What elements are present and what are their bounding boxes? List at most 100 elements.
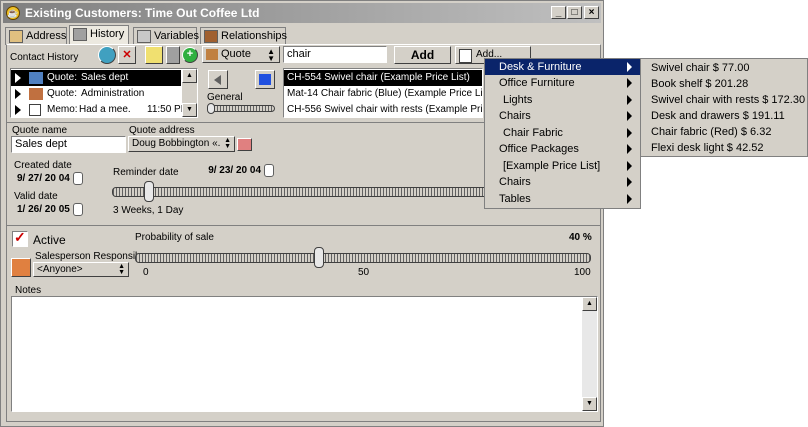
forward-button[interactable] bbox=[255, 70, 275, 89]
salesperson-select[interactable]: <Anyone> ▲ ▼ bbox=[33, 262, 129, 277]
probability-label: Probability of sale bbox=[135, 232, 214, 243]
address-card-icon bbox=[9, 30, 23, 43]
coffee-icon: ☕ bbox=[6, 6, 20, 20]
submenu-arrow-icon bbox=[627, 194, 632, 204]
quote-address-select[interactable]: Doug Bobbington «. ▲ ▼ bbox=[128, 136, 235, 152]
divider bbox=[6, 225, 601, 226]
window-title: Existing Customers: Time Out Coffee Ltd bbox=[25, 6, 260, 20]
created-date-label: Created date bbox=[14, 160, 72, 171]
results-list: CH-554 Swivel chair (Example Price List)… bbox=[283, 68, 483, 118]
maximize-button[interactable]: □ bbox=[567, 6, 582, 19]
document-icon bbox=[459, 49, 472, 63]
delete-icon[interactable]: ✕ bbox=[118, 46, 136, 64]
arrow-left-icon bbox=[214, 75, 221, 85]
notes-scrollbar[interactable]: ▲ ▼ bbox=[582, 297, 597, 411]
tab-variables[interactable]: Variables bbox=[133, 27, 199, 45]
active-checkbox[interactable]: ✓ bbox=[12, 229, 28, 247]
submenu-item[interactable]: Book shelf $ 201.28 bbox=[651, 76, 748, 92]
quote-address-label: Quote address bbox=[129, 125, 195, 136]
submenu-desk-furniture: Swivel chair $ 77.00 Book shelf $ 201.28… bbox=[640, 58, 808, 157]
memo-icon bbox=[29, 104, 41, 116]
result-item[interactable]: CH-554 Swivel chair (Example Price List) bbox=[284, 70, 482, 86]
list-scrollbar[interactable]: ▲ ▼ bbox=[182, 69, 197, 117]
valid-date-field[interactable]: 1/ 26/ 20 05 bbox=[13, 203, 99, 216]
general-slider[interactable] bbox=[207, 105, 275, 112]
menu-item-office-packages[interactable]: Office Packages bbox=[485, 141, 640, 157]
submenu-arrow-icon bbox=[627, 78, 632, 88]
quote-icon bbox=[206, 49, 218, 60]
menu-item-lights[interactable]: Lights bbox=[485, 92, 640, 108]
salesperson-icon[interactable] bbox=[11, 258, 31, 277]
globe-icon[interactable] bbox=[98, 46, 116, 64]
general-slider-thumb[interactable] bbox=[207, 103, 215, 114]
history-chart-icon bbox=[73, 28, 87, 41]
tab-history[interactable]: History bbox=[69, 25, 129, 45]
search-input[interactable]: chair bbox=[283, 46, 387, 63]
calendar-icon[interactable] bbox=[72, 203, 83, 216]
expand-icon[interactable] bbox=[15, 73, 21, 83]
variables-icon bbox=[137, 30, 151, 43]
scroll-up-button[interactable]: ▲ bbox=[582, 297, 597, 311]
reminder-date-field[interactable]: 9/ 23/ 20 04 bbox=[196, 164, 282, 177]
scroll-down-button[interactable]: ▼ bbox=[582, 397, 597, 411]
note-icon[interactable] bbox=[145, 46, 163, 64]
list-item[interactable]: Memo: Had a mee. 11:50 PM bbox=[11, 102, 189, 117]
probability-slider[interactable] bbox=[135, 253, 591, 263]
trash-icon[interactable] bbox=[166, 46, 180, 64]
submenu-arrow-icon bbox=[627, 144, 632, 154]
submenu-item[interactable]: Flexi desk light $ 42.52 bbox=[651, 140, 764, 156]
list-item[interactable]: Quote: Sales dept bbox=[11, 70, 181, 86]
menu-item-chairs[interactable]: Chairs bbox=[485, 108, 640, 124]
submenu-arrow-icon bbox=[627, 95, 632, 105]
tab-relationships[interactable]: Relationships bbox=[200, 27, 287, 45]
calendar-icon[interactable] bbox=[72, 172, 83, 185]
submenu-item[interactable]: Desk and drawers $ 191.11 bbox=[651, 108, 785, 124]
probability-slider-thumb[interactable] bbox=[313, 247, 324, 268]
calendar-icon[interactable] bbox=[263, 164, 274, 177]
submenu-arrow-icon bbox=[627, 177, 632, 187]
minimize-button[interactable]: _ bbox=[551, 6, 566, 19]
type-select[interactable]: Quote ▲ ▼ bbox=[202, 46, 280, 63]
add-button[interactable]: Add bbox=[394, 46, 451, 64]
menu-item-chair-fabric[interactable]: Chair Fabric bbox=[485, 125, 640, 141]
menu-item-desk-furniture[interactable]: Desk & Furniture bbox=[485, 59, 640, 75]
list-item[interactable]: Quote: Administration bbox=[11, 86, 181, 102]
expand-icon[interactable] bbox=[15, 89, 21, 99]
created-date-field[interactable]: 9/ 27/ 20 04 bbox=[13, 172, 99, 185]
quote-icon bbox=[29, 72, 43, 84]
quote-name-label: Quote name bbox=[12, 125, 68, 136]
probability-value: 40 % bbox=[569, 232, 592, 243]
mail-icon[interactable] bbox=[237, 138, 252, 151]
submenu-arrow-icon bbox=[627, 128, 632, 138]
valid-date-label: Valid date bbox=[14, 191, 58, 202]
notes-label: Notes bbox=[15, 285, 42, 296]
reminder-slider[interactable] bbox=[112, 187, 488, 197]
active-label: Active bbox=[33, 233, 66, 247]
contact-history-label: Contact History bbox=[10, 52, 79, 63]
general-label: General bbox=[207, 92, 243, 103]
scroll-down-button[interactable]: ▼ bbox=[182, 103, 197, 117]
menu-item-chairs-2[interactable]: Chairs bbox=[485, 174, 640, 190]
submenu-arrow-icon bbox=[627, 161, 632, 171]
result-item[interactable]: CH-556 Swivel chair with rests (Example … bbox=[284, 102, 482, 117]
notes-textarea[interactable]: ▲ ▼ bbox=[11, 296, 598, 412]
tab-address[interactable]: Address bbox=[5, 27, 67, 45]
expand-icon[interactable] bbox=[15, 105, 21, 115]
menu-item-office-furniture[interactable]: Office Furniture bbox=[485, 75, 640, 91]
menu-item-example-price-list[interactable]: [Example Price List] bbox=[485, 158, 640, 174]
menu-item-tables[interactable]: Tables bbox=[485, 191, 640, 207]
submenu-item[interactable]: Chair fabric (Red) $ 6.32 bbox=[651, 124, 771, 140]
reminder-slider-thumb[interactable] bbox=[144, 181, 154, 202]
select-arrows-icon: ▲ ▼ bbox=[118, 263, 125, 276]
scale-label: 0 bbox=[143, 267, 149, 278]
submenu-item[interactable]: Swivel chair with rests $ 172.30 bbox=[651, 92, 805, 108]
back-button[interactable] bbox=[208, 70, 228, 89]
submenu-item[interactable]: Swivel chair $ 77.00 bbox=[651, 60, 749, 76]
reminder-date-label: Reminder date bbox=[113, 167, 179, 178]
add-icon[interactable]: + bbox=[182, 47, 198, 63]
quote-name-input[interactable]: Sales dept bbox=[11, 136, 126, 153]
close-button[interactable]: × bbox=[584, 6, 599, 19]
scroll-up-button[interactable]: ▲ bbox=[182, 69, 197, 83]
title-bar[interactable]: ☕ Existing Customers: Time Out Coffee Lt… bbox=[3, 3, 601, 23]
result-item[interactable]: Mat-14 Chair fabric (Blue) (Example Pric… bbox=[284, 86, 482, 102]
